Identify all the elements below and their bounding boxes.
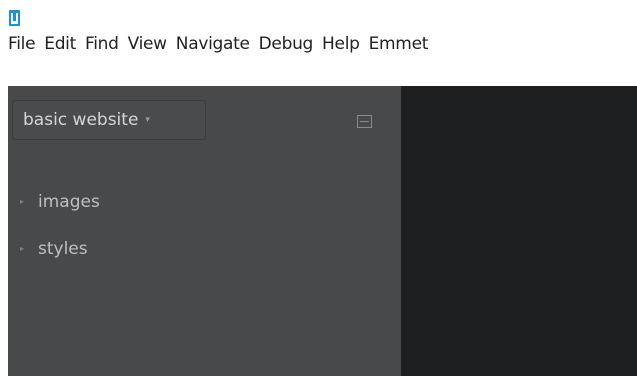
sidebar: basic website ▾ ▸ images ▸ styles — [8, 86, 401, 376]
menu-debug[interactable]: Debug — [259, 34, 314, 54]
split-view-icon[interactable] — [357, 115, 372, 128]
project-dropdown[interactable]: basic website ▾ — [12, 100, 206, 140]
menu-emmet[interactable]: Emmet — [369, 34, 429, 54]
project-title: basic website — [23, 110, 139, 130]
menu-view[interactable]: View — [128, 34, 167, 54]
title-bar — [8, 8, 637, 26]
folder-label: styles — [38, 238, 88, 259]
menu-find[interactable]: Find — [85, 34, 119, 54]
caret-right-icon[interactable]: ▸ — [20, 197, 32, 206]
caret-right-icon[interactable]: ▸ — [20, 244, 32, 253]
menu-file[interactable]: File — [8, 34, 36, 54]
menu-navigate[interactable]: Navigate — [176, 34, 250, 54]
file-tree: ▸ images ▸ styles — [20, 178, 100, 272]
menu-edit[interactable]: Edit — [44, 34, 76, 54]
tree-folder-images[interactable]: ▸ images — [20, 178, 100, 225]
folder-label: images — [38, 191, 100, 212]
tree-folder-styles[interactable]: ▸ styles — [20, 225, 100, 272]
app-window: File Edit Find View Navigate Debug Help … — [8, 8, 637, 376]
brackets-app-icon[interactable] — [9, 10, 20, 26]
chevron-down-icon: ▾ — [145, 115, 150, 125]
menu-help[interactable]: Help — [322, 34, 360, 54]
editor-pane[interactable] — [401, 86, 637, 376]
